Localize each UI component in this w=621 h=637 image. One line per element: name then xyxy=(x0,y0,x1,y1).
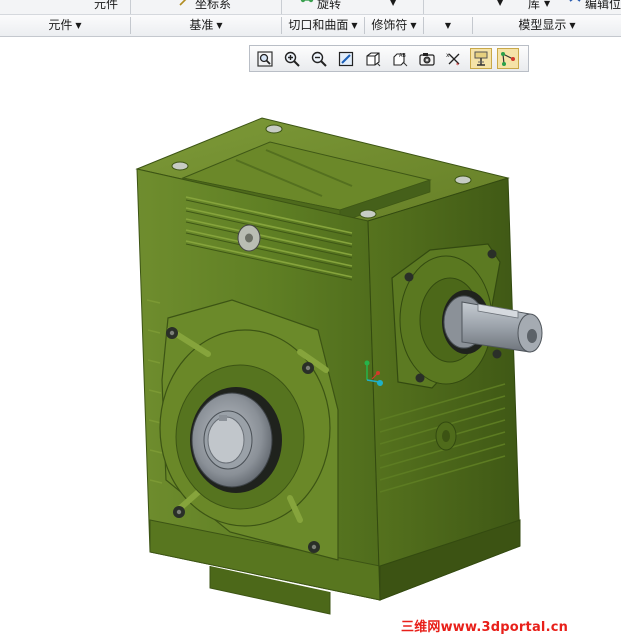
ribbon-separator xyxy=(423,0,424,14)
graphics-viewport[interactable] xyxy=(0,76,621,637)
chevron-down-icon: ▼ xyxy=(75,21,82,30)
repaint-icon xyxy=(338,51,354,66)
watermark-text: 三维网www.3dportal.cn xyxy=(401,620,569,635)
ribbon-separator xyxy=(281,0,282,14)
chevron-down-icon: ▼ xyxy=(569,21,576,30)
coordinate-system-button[interactable]: 坐标系 xyxy=(178,0,231,12)
annotation-display-icon xyxy=(501,51,515,66)
datum-display-icon: x* xyxy=(446,52,460,68)
zoom-in-button[interactable] xyxy=(281,48,303,69)
output-hub xyxy=(190,387,282,493)
saved-orientations-button[interactable]: AB xyxy=(389,48,411,69)
group-components[interactable]: 元件 ▼ xyxy=(0,15,130,36)
chevron-down-icon: ▼ xyxy=(351,21,358,30)
zoom-in-icon xyxy=(284,51,300,67)
group-label: 切口和曲面 xyxy=(288,18,349,32)
revolve-icon xyxy=(300,0,314,3)
library-label: 库 xyxy=(528,0,541,11)
view-manager-icon xyxy=(419,52,435,66)
revolve-dropdown-caret[interactable]: ▼ xyxy=(390,0,396,7)
chevron-down-icon: ▼ xyxy=(410,21,417,30)
group-unnamed[interactable]: ▼ xyxy=(424,15,472,36)
side-boss xyxy=(435,421,457,451)
edit-position-icon xyxy=(569,0,581,2)
saved-orientations-icon: AB xyxy=(393,53,408,66)
coordinate-system-label: 坐标系 xyxy=(195,0,232,11)
view-manager-button[interactable] xyxy=(416,48,438,69)
ribbon-separator xyxy=(130,0,131,14)
refit-button[interactable] xyxy=(254,48,276,69)
component-button-label[interactable]: 元件 xyxy=(94,0,118,12)
oil-plug xyxy=(237,224,261,252)
revolve-label: 旋转 xyxy=(317,0,342,11)
coordinate-system-icon xyxy=(179,0,187,6)
chevron-down-icon: ▼ xyxy=(216,21,223,30)
edit-position-label: 编辑位 xyxy=(585,0,621,11)
group-datum[interactable]: 基准 ▼ xyxy=(131,15,281,36)
gearbox-model[interactable] xyxy=(135,117,543,615)
spin-center-button[interactable] xyxy=(470,48,492,69)
group-model-display[interactable]: 模型显示 ▼ xyxy=(473,15,621,36)
more-dropdown-caret[interactable]: ▼ xyxy=(497,0,503,7)
svg-text:AB: AB xyxy=(399,53,406,59)
library-dropdown-caret: ▼ xyxy=(544,0,551,8)
display-style-button[interactable] xyxy=(362,48,384,69)
library-button[interactable]: 库 ▼ xyxy=(528,0,550,12)
group-modifiers[interactable]: 修饰符 ▼ xyxy=(365,15,423,36)
group-label: 修饰符 xyxy=(371,18,408,32)
ribbon-top-row: 元件 坐标系 旋转 ▼ ▼ 库 ▼ 编辑位 xyxy=(0,0,621,14)
zoom-out-button[interactable] xyxy=(308,48,330,69)
group-label: 元件 xyxy=(48,18,73,32)
svg-text:*: * xyxy=(456,62,459,68)
zoom-out-icon xyxy=(311,51,327,67)
graphics-toolbar: AB x * xyxy=(249,45,529,72)
ribbon-group-bar: 元件 ▼ 基准 ▼ 切口和曲面 ▼ 修饰符 ▼ ▼ 模型显示 ▼ xyxy=(0,14,621,37)
repaint-button[interactable] xyxy=(335,48,357,69)
display-style-icon xyxy=(366,51,381,66)
svg-text:x: x xyxy=(446,52,450,59)
edit-position-button[interactable]: 编辑位 xyxy=(568,0,621,12)
group-cuts-and-surfaces[interactable]: 切口和曲面 ▼ xyxy=(282,15,364,36)
spin-center-icon xyxy=(474,51,488,66)
refit-icon xyxy=(257,50,273,67)
annotation-display-button[interactable] xyxy=(497,48,519,69)
group-label: 基准 xyxy=(189,18,214,32)
revolve-button[interactable]: 旋转 xyxy=(300,0,341,12)
chevron-down-icon: ▼ xyxy=(444,21,452,30)
group-label: 模型显示 xyxy=(518,18,567,32)
datum-display-button[interactable]: x * xyxy=(443,48,465,69)
